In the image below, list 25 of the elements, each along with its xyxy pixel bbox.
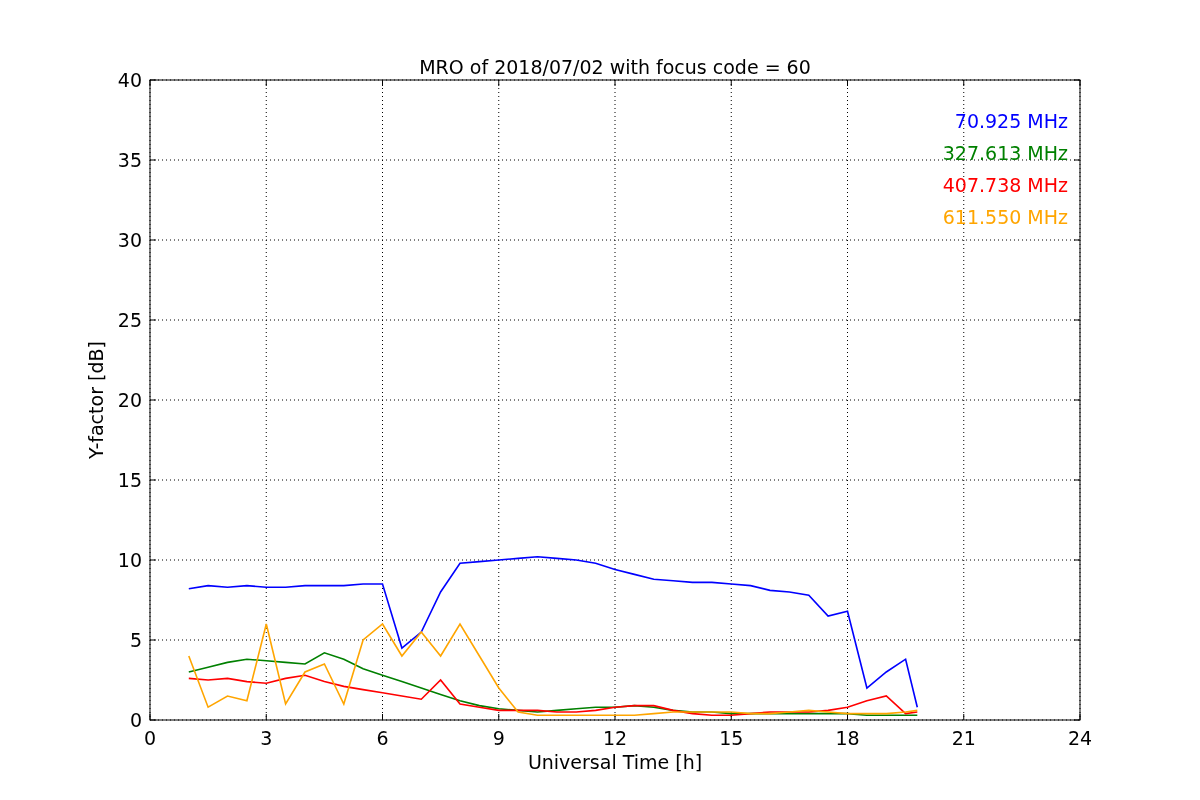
tick-label: 15 — [117, 469, 142, 491]
tick-label: 40 — [117, 69, 142, 91]
tick-label: 9 — [492, 727, 505, 749]
tick-label: 25 — [117, 309, 142, 331]
tick-label: 0 — [129, 709, 142, 731]
legend-label: 407.738 MHz — [942, 174, 1068, 196]
axis-label: Universal Time [h] — [527, 751, 703, 773]
tick-label: 30 — [117, 229, 142, 251]
legend-label: 611.550 MHz — [942, 206, 1068, 228]
chart-title: MRO of 2018/07/02 with focus code = 60 — [419, 56, 811, 78]
tick-label: 6 — [376, 727, 389, 749]
tick-label: 21 — [951, 727, 976, 749]
tick-label: 0 — [143, 727, 157, 749]
tick-label: 15 — [719, 727, 744, 749]
tick-label: 24 — [1067, 727, 1093, 749]
tick-label: 20 — [117, 389, 142, 411]
tick-label: 12 — [602, 727, 628, 749]
tick-label: 18 — [835, 727, 860, 749]
tick-label: 5 — [129, 629, 142, 651]
axis-label: Y-factor [dB] — [85, 341, 107, 459]
tick-label: 3 — [260, 727, 273, 749]
tick-label: 35 — [117, 149, 142, 171]
legend-label: 327.613 MHz — [942, 142, 1068, 164]
tick-label: 10 — [117, 549, 142, 571]
legend-label: 70.925 MHz — [954, 110, 1068, 132]
